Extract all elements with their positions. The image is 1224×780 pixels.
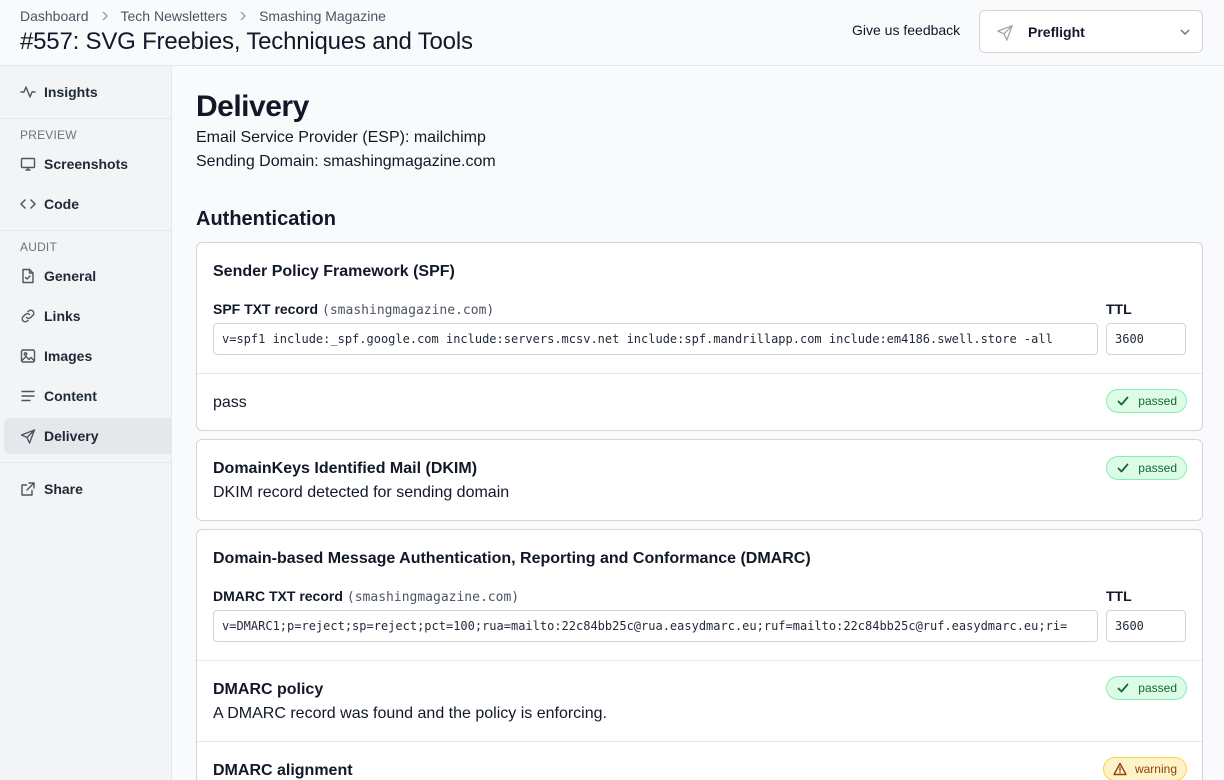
document-check-icon xyxy=(22,268,34,284)
sidebar-item-label: General xyxy=(44,268,97,284)
chevron-right-icon xyxy=(99,10,111,22)
image-icon xyxy=(20,349,36,363)
checkmark-icon xyxy=(1117,683,1129,693)
sidebar-item-label: Share xyxy=(44,481,83,497)
sidebar-divider xyxy=(0,118,172,119)
chevron-right-icon xyxy=(237,10,249,22)
sidebar-divider xyxy=(0,230,172,231)
section-title: Delivery xyxy=(196,90,309,123)
sidebar-item-label: Screenshots xyxy=(44,156,129,172)
main-content: Delivery Email Service Provider (ESP): m… xyxy=(172,66,1224,780)
dmarc-ttl-field[interactable]: 3600 xyxy=(1106,610,1186,642)
sidebar: Insights PREVIEW Screenshots Code AUDIT … xyxy=(0,66,172,780)
esp-info: Email Service Provider (ESP): mailchimp xyxy=(196,129,486,146)
dmarc-ttl-label: TTL xyxy=(1106,588,1132,604)
spf-card: Sender Policy Framework (SPF) SPF TXT re… xyxy=(196,242,1203,431)
chevron-down-icon xyxy=(1180,29,1190,36)
text-lines-icon xyxy=(21,390,35,402)
dmarc-title: Domain-based Message Authentication, Rep… xyxy=(213,550,811,567)
authentication-heading: Authentication xyxy=(196,208,336,230)
sidebar-item-label: Images xyxy=(44,348,93,364)
project-select-label: Preflight xyxy=(1028,23,1085,40)
section-label-preview: PREVIEW xyxy=(20,128,77,142)
status-badge-label: passed xyxy=(1138,394,1177,408)
code-icon xyxy=(20,199,36,209)
external-link-icon xyxy=(21,482,35,496)
card-divider xyxy=(197,660,1202,661)
breadcrumb: Dashboard Tech Newsletters Smashing Maga… xyxy=(20,7,386,25)
checkmark-icon xyxy=(1117,463,1129,473)
feedback-link[interactable]: Give us feedback xyxy=(852,22,960,38)
monitor-icon xyxy=(20,157,36,171)
sidebar-divider xyxy=(0,462,172,463)
sidebar-item-share[interactable]: Share xyxy=(4,471,172,507)
spf-title: Sender Policy Framework (SPF) xyxy=(213,263,455,280)
status-badge-label: passed xyxy=(1138,681,1177,695)
spf-ttl-field[interactable]: 3600 xyxy=(1106,323,1186,355)
dmarc-record-field[interactable]: v=DMARC1;p=reject;sp=reject;pct=100;rua=… xyxy=(213,610,1098,642)
dkim-title: DomainKeys Identified Mail (DKIM) xyxy=(213,460,478,477)
status-badge-label: warning xyxy=(1134,762,1177,776)
activity-icon xyxy=(20,86,36,98)
sidebar-item-content[interactable]: Content xyxy=(4,378,172,414)
spf-record-label-text: SPF TXT record xyxy=(213,301,319,317)
dmarc-policy-title: DMARC policy xyxy=(213,681,324,698)
section-label-audit: AUDIT xyxy=(20,240,57,254)
spf-result: pass xyxy=(213,394,247,411)
sidebar-item-label: Insights xyxy=(44,84,98,100)
status-badge: passed xyxy=(1106,676,1187,700)
sidebar-item-links[interactable]: Links xyxy=(4,298,172,334)
breadcrumb-smashing-magazine[interactable]: Smashing Magazine xyxy=(259,8,386,24)
dkim-card: DomainKeys Identified Mail (DKIM) DKIM r… xyxy=(196,439,1203,521)
sidebar-item-label: Delivery xyxy=(44,428,99,444)
dmarc-record-label: DMARC TXT record (smashingmagazine.com) xyxy=(213,588,519,605)
status-badge: passed xyxy=(1106,389,1187,413)
sending-domain-info: Sending Domain: smashingmagazine.com xyxy=(196,153,496,170)
dmarc-record-label-text: DMARC TXT record xyxy=(213,588,343,604)
spf-record-field[interactable]: v=spf1 include:_spf.google.com include:s… xyxy=(213,323,1098,355)
sidebar-item-insights[interactable]: Insights xyxy=(4,74,172,110)
link-icon xyxy=(21,309,35,323)
sidebar-item-code[interactable]: Code xyxy=(4,186,172,222)
breadcrumb-tech-newsletters[interactable]: Tech Newsletters xyxy=(121,8,228,24)
sidebar-item-general[interactable]: General xyxy=(4,258,172,294)
paper-plane-icon xyxy=(997,24,1013,41)
project-select[interactable]: Preflight xyxy=(979,10,1203,53)
card-divider xyxy=(197,373,1202,374)
dkim-description: DKIM record detected for sending domain xyxy=(213,484,510,501)
dmarc-policy-description: A DMARC record was found and the policy … xyxy=(213,705,607,722)
sidebar-item-label: Links xyxy=(44,308,81,324)
spf-record-label: SPF TXT record (smashingmagazine.com) xyxy=(213,301,494,318)
spf-ttl-label: TTL xyxy=(1106,301,1132,317)
sidebar-item-label: Content xyxy=(44,388,97,404)
warning-triangle-icon xyxy=(1113,762,1127,776)
sidebar-item-label: Code xyxy=(44,196,79,212)
top-header: Dashboard Tech Newsletters Smashing Maga… xyxy=(0,0,1224,66)
status-badge: passed xyxy=(1106,456,1187,480)
sidebar-item-screenshots[interactable]: Screenshots xyxy=(4,146,172,182)
paper-plane-icon xyxy=(20,429,36,444)
card-divider xyxy=(197,741,1202,742)
sidebar-item-delivery[interactable]: Delivery xyxy=(4,418,172,454)
status-badge: warning xyxy=(1102,757,1187,780)
dmarc-card: Domain-based Message Authentication, Rep… xyxy=(196,529,1203,780)
sidebar-item-images[interactable]: Images xyxy=(4,338,172,374)
status-badge-label: passed xyxy=(1138,461,1177,475)
dmarc-record-domain: (smashingmagazine.com) xyxy=(346,590,520,605)
breadcrumb-dashboard[interactable]: Dashboard xyxy=(20,8,89,24)
spf-record-domain: (smashingmagazine.com) xyxy=(322,303,495,318)
dmarc-alignment-title: DMARC alignment xyxy=(213,762,353,779)
checkmark-icon xyxy=(1117,396,1129,406)
page-title: #557: SVG Freebies, Techniques and Tools xyxy=(20,28,473,55)
